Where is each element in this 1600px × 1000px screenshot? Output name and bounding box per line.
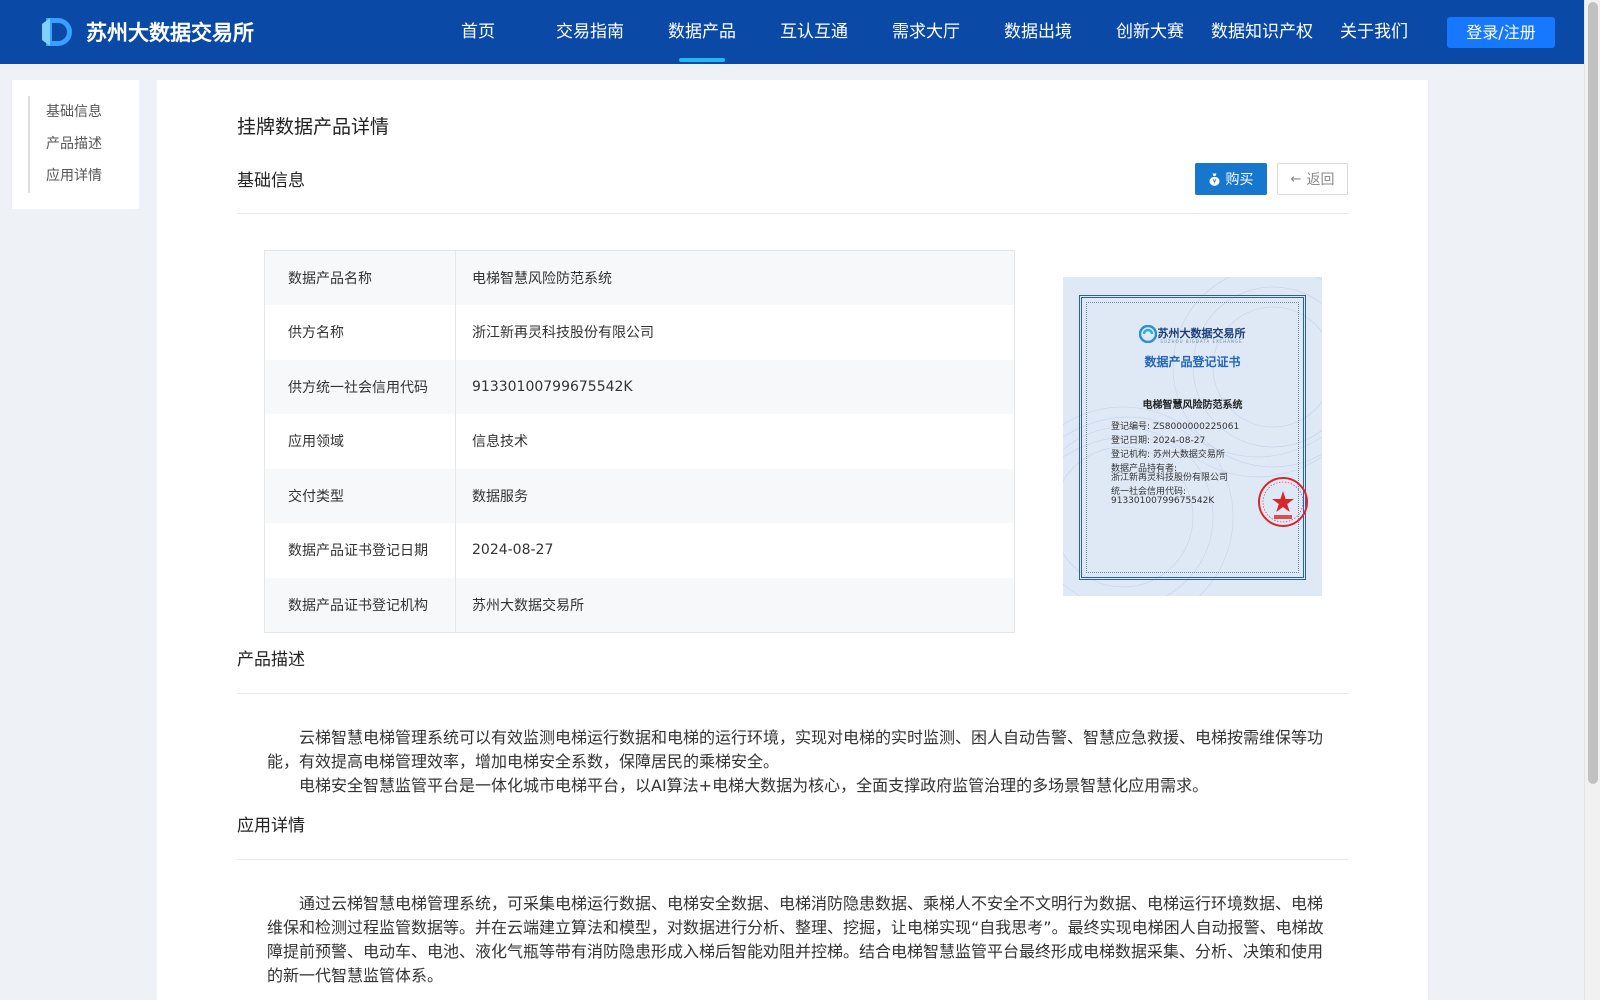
table-row: 数据产品证书登记机构 苏州大数据交易所 — [264, 577, 1015, 632]
info-key: 交付类型 — [264, 468, 456, 523]
info-value: 2024-08-27 — [455, 523, 1015, 578]
product-description-paragraph: 云梯智慧电梯管理系统可以有效监测电梯运行数据和电梯的运行环境，实现对电梯的实时监… — [267, 728, 1324, 771]
side-nav-item-basic-info[interactable]: 基础信息 — [46, 101, 102, 121]
certificate-org-en: SUZHOU BIGDATA EXCHANGE — [1160, 339, 1243, 344]
section-divider — [237, 693, 1348, 694]
certificate-line: 登记编号: ZS8000000225061 — [1111, 422, 1240, 432]
brand-logo-icon — [42, 18, 72, 46]
application-details-paragraph: 通过云梯智慧电梯管理系统，可采集电梯运行数据、电梯安全数据、电梯消防隐患数据、乘… — [267, 894, 1324, 985]
table-row: 应用领域 信息技术 — [264, 414, 1015, 469]
nav-item-demand-hall[interactable]: 需求大厅 — [892, 0, 960, 64]
info-key: 数据产品证书登记日期 — [264, 523, 456, 578]
back-button[interactable]: ← 返回 — [1277, 163, 1348, 195]
nav-item-home[interactable]: 首页 — [461, 0, 495, 64]
certificate-line: 浙江新再灵科技股份有限公司 — [1111, 473, 1229, 483]
side-nav-item-application-details[interactable]: 应用详情 — [46, 165, 102, 185]
info-value: 浙江新再灵科技股份有限公司 — [455, 305, 1015, 360]
table-row: 数据产品名称 电梯智慧风险防范系统 — [264, 250, 1015, 305]
official-seal-icon — [1258, 477, 1308, 527]
side-nav-rail — [28, 96, 30, 193]
certificate-product-name: 电梯智慧风险防范系统 — [1142, 400, 1243, 411]
table-row: 交付类型 数据服务 — [264, 468, 1015, 523]
info-value: 电梯智慧风险防范系统 — [455, 250, 1015, 305]
nav-item-about-us[interactable]: 关于我们 — [1340, 0, 1408, 64]
svg-text:¥: ¥ — [1212, 177, 1216, 185]
table-row: 数据产品证书登记日期 2024-08-27 — [264, 523, 1015, 578]
info-value: 91330100799675542K — [455, 359, 1015, 414]
page-scrollbar[interactable] — [1584, 0, 1600, 1000]
nav-item-trading-guide[interactable]: 交易指南 — [556, 0, 624, 64]
nav-item-data-products[interactable]: 数据产品 — [668, 0, 736, 64]
info-key: 供方名称 — [264, 305, 456, 360]
certificate-title: 数据产品登记证书 — [1144, 355, 1241, 369]
nav-item-data-export[interactable]: 数据出境 — [1004, 0, 1072, 64]
info-key: 应用领域 — [264, 414, 456, 469]
nav-item-innovation-contest[interactable]: 创新大赛 — [1116, 0, 1184, 64]
application-details-section-title: 应用详情 — [237, 816, 305, 836]
certificate-image[interactable]: 苏州大数据交易所 SUZHOU BIGDATA EXCHANGE 数据产品登记证… — [1063, 277, 1322, 596]
info-value: 数据服务 — [455, 468, 1015, 523]
nav-item-data-ip[interactable]: 数据知识产权 — [1211, 0, 1313, 64]
info-key: 供方统一社会信用代码 — [264, 359, 456, 414]
back-button-label: 返回 — [1306, 172, 1335, 188]
basic-info-table: 数据产品名称 电梯智慧风险防范系统 供方名称 浙江新再灵科技股份有限公司 供方统… — [264, 250, 1015, 633]
product-description-section-title: 产品描述 — [237, 650, 305, 670]
table-row: 供方名称 浙江新再灵科技股份有限公司 — [264, 305, 1015, 360]
info-value: 信息技术 — [455, 414, 1015, 469]
side-nav-item-product-description[interactable]: 产品描述 — [46, 133, 102, 153]
scrollbar-thumb[interactable] — [1588, 2, 1598, 784]
money-bag-icon: ¥ — [1209, 173, 1219, 186]
brand-name: 苏州大数据交易所 — [86, 21, 254, 45]
top-navigation-bar: 苏州大数据交易所 首页 交易指南 数据产品 互认互通 需求大厅 数据出境 创新大… — [0, 0, 1584, 64]
page-title: 挂牌数据产品详情 — [237, 116, 390, 138]
section-divider — [237, 859, 1348, 860]
basic-info-section-title: 基础信息 — [237, 171, 305, 191]
certificate-line: 91330100799675542K — [1111, 496, 1215, 506]
product-description-paragraph: 电梯安全智慧监管平台是一体化城市电梯平台，以AI算法+电梯大数据为核心，全面支撑… — [299, 776, 1209, 795]
certificate-line: 登记机构: 苏州大数据交易所 — [1111, 450, 1225, 460]
arrow-left-icon: ← — [1290, 171, 1302, 187]
buy-button-label: 购买 — [1225, 172, 1254, 188]
buy-button[interactable]: ¥ 购买 — [1195, 163, 1267, 195]
login-register-button[interactable]: 登录/注册 — [1447, 17, 1555, 48]
table-row: 供方统一社会信用代码 91330100799675542K — [264, 359, 1015, 414]
info-key: 数据产品名称 — [264, 250, 456, 305]
certificate-line: 登记日期: 2024-08-27 — [1111, 436, 1206, 446]
section-side-nav: 基础信息 产品描述 应用详情 — [12, 80, 139, 209]
info-key: 数据产品证书登记机构 — [264, 577, 456, 632]
brand-logo[interactable]: 苏州大数据交易所 — [40, 14, 254, 50]
info-value: 苏州大数据交易所 — [455, 577, 1015, 632]
nav-item-mutual-recognition[interactable]: 互认互通 — [780, 0, 848, 64]
section-divider — [237, 213, 1348, 214]
product-detail-card: 挂牌数据产品详情 基础信息 ¥ 购买 ← 返回 数据产品名称 电梯智慧风险防范系… — [157, 80, 1428, 1000]
